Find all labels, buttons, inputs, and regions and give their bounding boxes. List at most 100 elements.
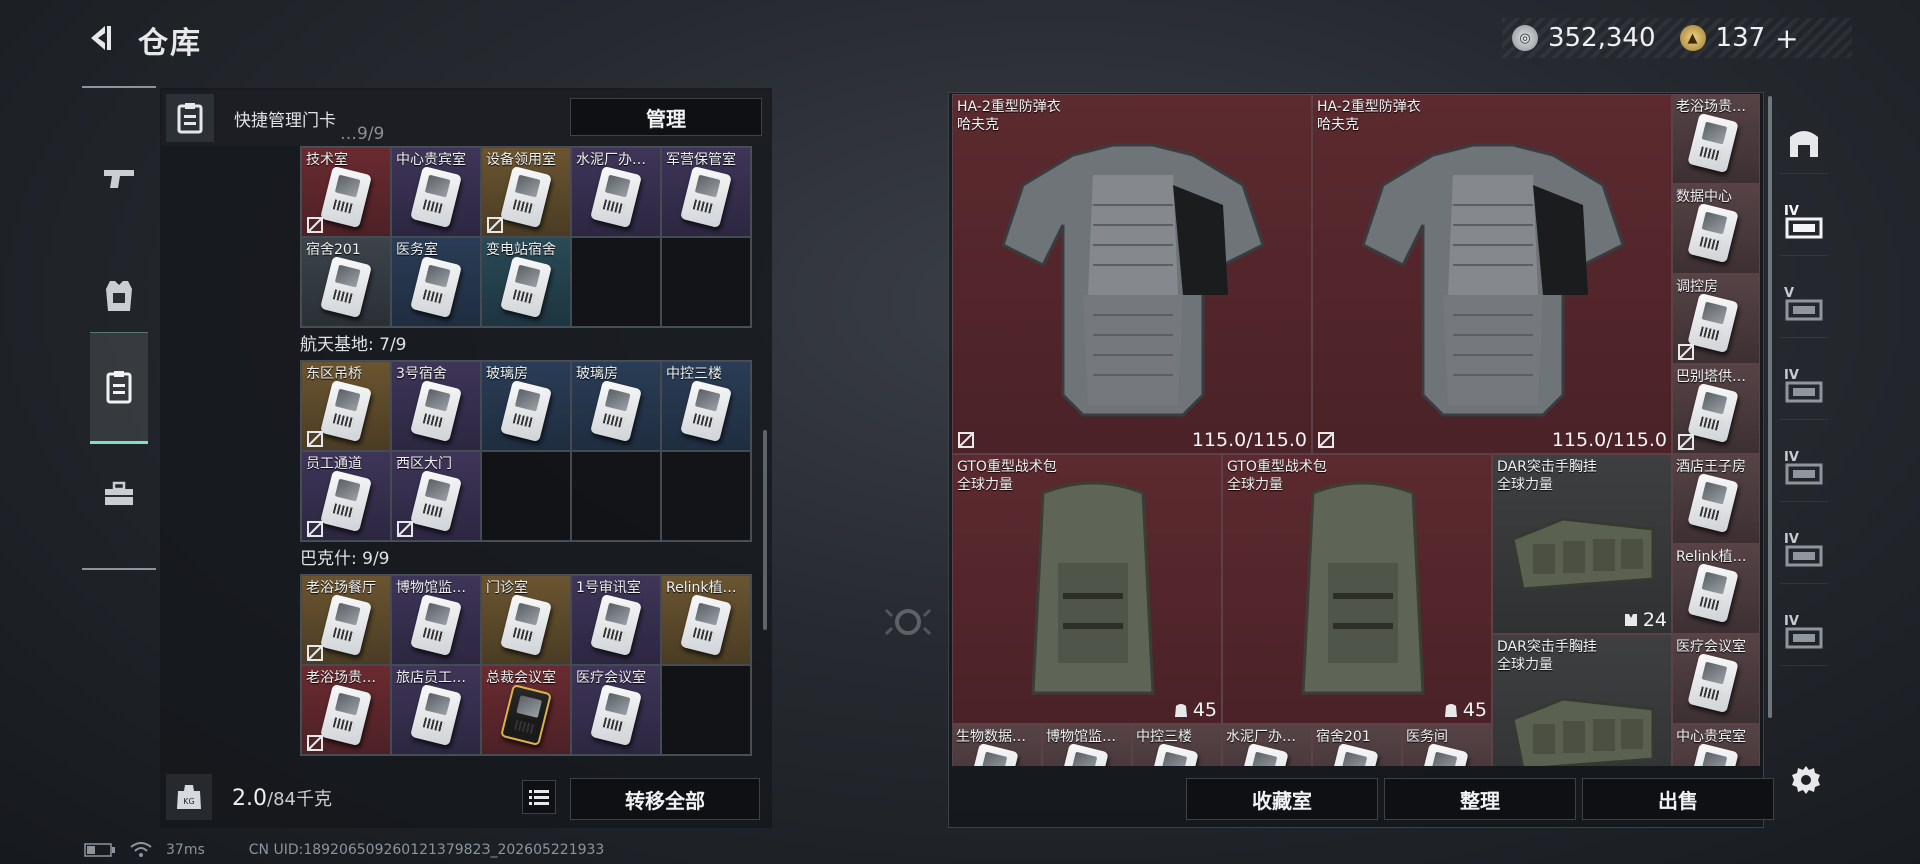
stash-keycard[interactable]: 医务间: [1402, 724, 1492, 766]
keycard-icon: [1327, 742, 1379, 766]
gear-icon: [1792, 766, 1820, 794]
keycard-slot[interactable]: 1号审讯室: [571, 575, 661, 665]
toolbox-icon: [105, 481, 133, 505]
keycard-grid: 东区吊桥 3号宿舍 玻璃房 玻璃房 中控三楼 员工通道 西区大门: [300, 360, 752, 542]
keycard-header-icon: [166, 94, 214, 142]
wifi-icon: [130, 842, 152, 857]
keycard-slot[interactable]: 宿舍201: [301, 237, 391, 327]
stash-keycard[interactable]: 酒店王子房: [1672, 454, 1760, 544]
back-button[interactable]: [80, 18, 120, 58]
keycard-name: 老浴场餐厅: [306, 580, 376, 596]
stash-item-chest-rig[interactable]: DAR突击手胸挂 全球力量 24: [1492, 454, 1672, 634]
container-tab[interactable]: IV: [1780, 522, 1828, 584]
keycard-icon: [500, 165, 552, 229]
keycard-slot[interactable]: 东区吊桥: [301, 361, 391, 451]
keycard-slot[interactable]: 医疗会议室: [571, 665, 661, 755]
keycard-slot[interactable]: 总裁会议室: [481, 665, 571, 755]
keycard-slot[interactable]: 设备领用室: [481, 147, 571, 237]
keycard-slot[interactable]: 玻璃房: [481, 361, 571, 451]
keycard-name: 军营保管室: [666, 152, 736, 168]
keycard-icon: [500, 379, 552, 443]
keycard-name: 巴别塔供…: [1676, 369, 1746, 385]
stash-item-armor[interactable]: HA-2重型防弹衣 哈夫克 115.0/115.0: [1312, 94, 1672, 454]
container-tab[interactable]: [1780, 112, 1828, 174]
stash-keycard[interactable]: 老浴场贵…: [1672, 94, 1760, 184]
keycard-slot[interactable]: 西区大门: [391, 451, 481, 541]
container-tab[interactable]: IV: [1780, 604, 1828, 666]
keycard-slot[interactable]: 门诊室: [481, 575, 571, 665]
keycard-slot[interactable]: 博物馆监…: [391, 575, 481, 665]
keycard-slot[interactable]: 玻璃房: [571, 361, 661, 451]
container-tab[interactable]: IV: [1780, 440, 1828, 502]
keycard-icon: [590, 683, 642, 747]
settings-button[interactable]: [1786, 760, 1826, 800]
stash-item-backpack[interactable]: GTO重型战术包 全球力量 45: [952, 454, 1222, 724]
header-bar: 仓库 ◎ 352,340 ▲ 137 +: [0, 0, 1920, 80]
stash-keycard[interactable]: 宿舍201: [1312, 724, 1402, 766]
container-tab[interactable]: V: [1780, 276, 1828, 338]
keycard-slot[interactable]: 军营保管室: [661, 147, 751, 237]
keycard-slot[interactable]: 3号宿舍: [391, 361, 481, 451]
stash-item-chest-rig[interactable]: DAR突击手胸挂 全球力量: [1492, 634, 1672, 766]
container-level: IV: [1784, 204, 1799, 219]
left-nav: [82, 86, 156, 570]
nav-items[interactable]: [90, 438, 148, 550]
list-view-button[interactable]: [522, 780, 556, 814]
stash-item-backpack[interactable]: GTO重型战术包 全球力量 45: [1222, 454, 1492, 724]
keycard-slot[interactable]: 水泥厂办…: [571, 147, 661, 237]
keycard-slot[interactable]: 员工通道: [301, 451, 391, 541]
durability-value: 115.0/115.0: [1551, 429, 1667, 451]
container-tab[interactable]: IV: [1780, 358, 1828, 420]
keycard-grid: 技术室 中心贵宾室 设备领用室 水泥厂办… 军营保管室宿舍201 医务室 变电站宿舍: [300, 146, 752, 328]
keycard-name: 员工通道: [306, 456, 362, 472]
stash-keycard[interactable]: 中心贵宾室: [1672, 724, 1760, 766]
keycard-slot[interactable]: 老浴场贵…: [301, 665, 391, 755]
stash-keycard[interactable]: Relink植…: [1672, 544, 1760, 634]
sell-button[interactable]: 出售: [1582, 778, 1774, 820]
container-tab[interactable]: IV: [1780, 194, 1828, 256]
keycard-slot[interactable]: Relink植…: [661, 575, 751, 665]
transfer-all-button[interactable]: 转移全部: [570, 778, 760, 820]
keycard-name: 医务间: [1406, 729, 1448, 745]
keycard-icon: [1687, 562, 1739, 624]
nav-keycards[interactable]: [90, 332, 148, 444]
stash-scrollbar[interactable]: [1768, 96, 1772, 718]
empty-slot: [661, 237, 751, 327]
keycard-slot[interactable]: 老浴场餐厅: [301, 575, 391, 665]
silver-coin-icon: ◎: [1512, 25, 1538, 51]
stash-keycard[interactable]: 生物数据…: [952, 724, 1042, 766]
keycard-slot[interactable]: 中控三楼: [661, 361, 751, 451]
keycard-slot[interactable]: 变电站宿舍: [481, 237, 571, 327]
keycard-name: 变电站宿舍: [486, 242, 556, 258]
keycard-slot[interactable]: 医务室: [391, 237, 481, 327]
stash-keycard[interactable]: 数据中心: [1672, 184, 1760, 274]
keycard-name: 玻璃房: [486, 366, 528, 382]
collection-room-button[interactable]: 收藏室: [1186, 778, 1378, 820]
keycard-group-title: 巴克什: 9/9: [300, 549, 390, 569]
keycard-icon: [1687, 112, 1739, 174]
stash-item-armor[interactable]: HA-2重型防弹衣 哈夫克 115.0/115.0: [952, 94, 1312, 454]
stash-keycard[interactable]: 中控三楼: [1132, 724, 1222, 766]
keycard-icon: [590, 379, 642, 443]
stash-keycard[interactable]: 医疗会议室: [1672, 634, 1760, 724]
container-level: V: [1784, 286, 1795, 301]
lock-icon: [486, 216, 504, 234]
keycard-slot[interactable]: 技术室: [301, 147, 391, 237]
nav-weapons[interactable]: [90, 122, 148, 234]
sort-button[interactable]: 整理: [1384, 778, 1576, 820]
keycard-name: 宿舍201: [1316, 729, 1371, 745]
container-level: IV: [1784, 368, 1799, 383]
stash-keycard[interactable]: 调控房: [1672, 274, 1760, 364]
keycard-slot[interactable]: 中心贵宾室: [391, 147, 481, 237]
keycard-scrollbar[interactable]: [763, 430, 767, 630]
back-arrow-icon: [91, 26, 111, 50]
stash-keycard[interactable]: 巴别塔供…: [1672, 364, 1760, 454]
stash-keycard[interactable]: 博物馆监…: [1042, 724, 1132, 766]
keycard-icon: [1057, 742, 1109, 766]
lock-icon: [306, 216, 324, 234]
stash-keycard[interactable]: 水泥厂办…: [1222, 724, 1312, 766]
keycard-slot[interactable]: 旅店员工…: [391, 665, 481, 755]
capacity-value: 45: [1443, 699, 1487, 721]
add-currency-button[interactable]: +: [1775, 22, 1798, 55]
manage-button[interactable]: 管理: [570, 98, 762, 136]
